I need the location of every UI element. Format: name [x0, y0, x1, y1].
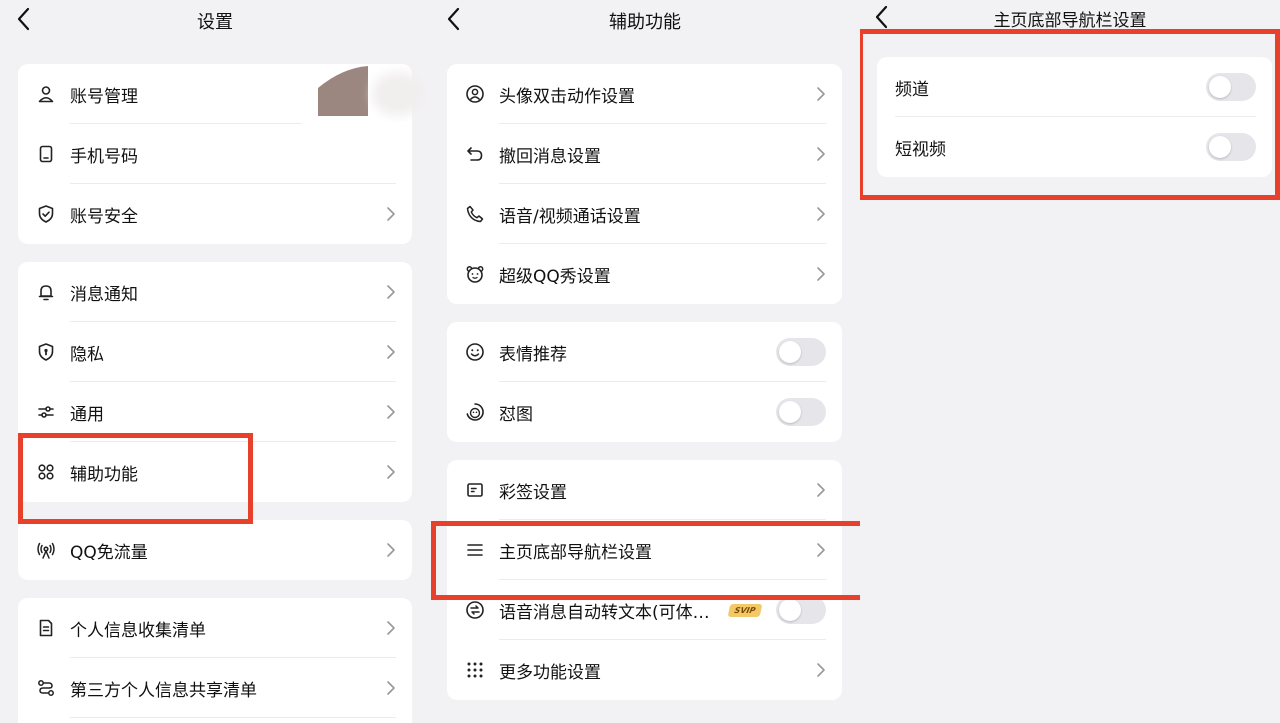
- row-personal-info-list[interactable]: 个人信息收集清单: [18, 598, 412, 658]
- row-third-party-share-list[interactable]: 第三方个人信息共享清单: [18, 658, 412, 718]
- shield-lock-icon: [36, 342, 56, 362]
- meme-reply-toggle[interactable]: [776, 398, 826, 426]
- row-label: 账号安全: [70, 207, 138, 227]
- chevron-right-icon: [386, 542, 396, 558]
- row-label: 通用: [70, 405, 104, 425]
- row-label: 个人信息收集清单: [70, 621, 206, 641]
- chevron-right-icon: [816, 146, 826, 162]
- document-list-icon: [36, 618, 56, 638]
- row-label: 表情推荐: [499, 345, 567, 365]
- row-recall-message[interactable]: 撤回消息设置: [447, 124, 842, 184]
- row-label: 隐私: [70, 345, 104, 365]
- row-phone-number[interactable]: 手机号码: [18, 124, 412, 184]
- row-label: 消息通知: [70, 285, 138, 305]
- toggle-knob: [779, 599, 801, 621]
- chevron-right-icon: [816, 662, 826, 678]
- highlight-box: [860, 29, 1280, 200]
- page-title: 设置: [197, 12, 233, 33]
- privacy-list-group: 个人信息收集清单 第三方个人信息共享清单: [18, 598, 412, 723]
- chevron-right-icon: [386, 206, 396, 222]
- nav-bar: 设置: [0, 0, 430, 40]
- chevron-right-icon: [386, 680, 396, 696]
- row-label: 语音消息自动转文本(可体…: [499, 603, 710, 623]
- row-notifications[interactable]: 消息通知: [18, 262, 412, 322]
- avatar: [316, 64, 426, 122]
- signal-tower-icon: [36, 540, 56, 560]
- row-label: 账号管理: [70, 87, 138, 107]
- voice-convert-icon: [465, 600, 485, 620]
- row-account-security[interactable]: 账号安全: [18, 184, 412, 244]
- row-label: QQ免流量: [70, 543, 148, 563]
- page-title: 主页底部导航栏设置: [993, 11, 1147, 31]
- chevron-right-icon: [386, 620, 396, 636]
- row-emoji-recommend: 表情推荐: [447, 322, 842, 382]
- highlight-box: [18, 433, 253, 524]
- settings-panel: 设置 账号管理 手机号码 账号安全 消息通知 隐私 通用 辅助功能 QQ免流量 …: [0, 0, 430, 723]
- data-free-group: QQ免流量: [18, 520, 412, 580]
- page-title: 辅助功能: [609, 12, 681, 33]
- row-label: 头像双击动作设置: [499, 87, 635, 107]
- row-label: 彩签设置: [499, 483, 567, 503]
- row-avatar-double-tap[interactable]: 头像双击动作设置: [447, 64, 842, 124]
- chevron-right-icon: [386, 344, 396, 360]
- divider: [70, 717, 396, 718]
- avatar-circle-icon: [465, 84, 485, 104]
- chevron-right-icon: [386, 284, 396, 300]
- swirl-face-icon: [465, 402, 485, 422]
- voice-to-text-toggle[interactable]: [776, 596, 826, 624]
- nav-bar: 辅助功能: [430, 0, 860, 40]
- chevron-right-icon: [816, 266, 826, 282]
- row-privacy[interactable]: 隐私: [18, 322, 412, 382]
- chevron-right-icon: [386, 404, 396, 420]
- row-qq-data-free[interactable]: QQ免流量: [18, 520, 412, 580]
- phone-call-icon: [465, 204, 485, 224]
- toggle-knob: [779, 401, 801, 423]
- interaction-group: 头像双击动作设置 撤回消息设置 语音/视频通话设置 超级QQ秀设置: [447, 64, 842, 304]
- row-label: 怼图: [499, 405, 533, 425]
- row-more-features[interactable]: 更多功能设置: [447, 640, 842, 700]
- bottom-nav-settings-panel: 主页底部导航栏设置 频道 短视频: [860, 0, 1280, 723]
- bell-icon: [36, 282, 56, 302]
- row-meme-reply: 怼图: [447, 382, 842, 442]
- row-label: 超级QQ秀设置: [499, 267, 611, 287]
- row-label: 语音/视频通话设置: [499, 207, 641, 227]
- row-voice-video-call[interactable]: 语音/视频通话设置: [447, 184, 842, 244]
- accessibility-panel: 辅助功能 头像双击动作设置 撤回消息设置 语音/视频通话设置 超级QQ秀设置 表…: [430, 0, 860, 723]
- chevron-right-icon: [816, 482, 826, 498]
- dot-grid-icon: [465, 660, 485, 680]
- phone-device-icon: [36, 144, 56, 164]
- toggle-knob: [779, 341, 801, 363]
- person-icon: [36, 84, 56, 104]
- row-label: 第三方个人信息共享清单: [70, 681, 257, 701]
- row-color-tag[interactable]: 彩签设置: [447, 460, 842, 520]
- undo-icon: [465, 144, 485, 164]
- row-label: 更多功能设置: [499, 663, 601, 683]
- share-flow-icon: [36, 678, 56, 698]
- bear-face-icon: [465, 264, 485, 284]
- tag-card-icon: [465, 480, 485, 500]
- emoji-recommend-toggle[interactable]: [776, 338, 826, 366]
- shield-check-icon: [36, 204, 56, 224]
- row-super-qq-show[interactable]: 超级QQ秀设置: [447, 244, 842, 304]
- chevron-right-icon: [816, 206, 826, 222]
- smile-icon: [465, 342, 485, 362]
- chevron-right-icon: [386, 464, 396, 480]
- row-label: 撤回消息设置: [499, 147, 601, 167]
- chevron-right-icon: [816, 86, 826, 102]
- row-label: 手机号码: [70, 147, 138, 167]
- highlight-box: [431, 521, 860, 600]
- svip-badge: SVIP: [727, 604, 763, 617]
- sliders-icon: [36, 402, 56, 422]
- emoji-group: 表情推荐 怼图: [447, 322, 842, 442]
